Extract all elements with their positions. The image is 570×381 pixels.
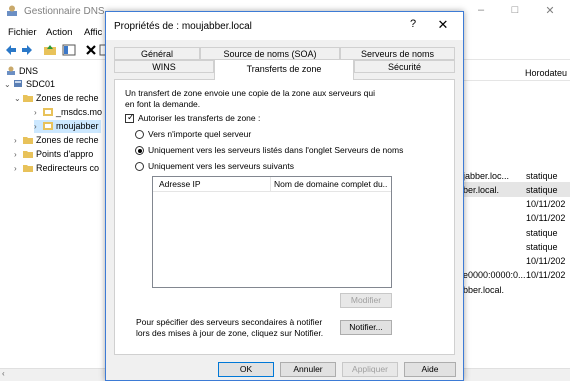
record-timestamp: statique [526,228,558,238]
tab-zone-transfers[interactable]: Transferts de zone [214,59,354,80]
close-window-button[interactable]: ✕ [535,4,565,20]
apply-button[interactable]: Appliquer [342,362,398,377]
chevron-right-icon[interactable]: › [14,134,23,147]
maximize-button[interactable]: □ [500,4,530,20]
column-timestamp[interactable]: Horodateu [525,68,567,78]
scroll-left-icon[interactable]: ‹ [2,369,5,378]
column-ip-address[interactable]: Adresse IP [159,179,267,189]
column-divider[interactable] [270,177,271,191]
column-fqdn[interactable]: Nom de domaine complet du... [274,179,388,189]
notify-description: Pour spécifier des serveurs secondaires … [136,317,324,338]
record-timestamp: statique [526,171,558,181]
tree-item-sdc01[interactable]: ⌄ SDC01 [4,78,55,91]
cancel-button[interactable]: Annuler [280,362,336,377]
radio-any-server[interactable] [135,130,144,139]
chevron-right-icon[interactable]: › [14,148,23,161]
tree-item-conditional-forwarders[interactable]: › Redirecteurs co [14,162,99,175]
radio-listed-name-servers-label[interactable]: Uniquement vers les serveurs listés dans… [148,145,403,156]
servers-list[interactable]: Adresse IP Nom de domaine complet du... [152,176,392,288]
record-data: jabber.loc... [463,171,510,181]
tree-item-trust-points[interactable]: › Points d'appro [14,148,93,161]
record-timestamp: 10/11/202 [526,199,566,209]
tree-item-moujabber-zone[interactable]: › moujabber [34,120,101,133]
allow-transfers-checkbox[interactable]: ✓ [125,112,135,123]
tab-security[interactable]: Sécurité [354,60,455,73]
show-hide-tree-icon[interactable] [62,43,76,57]
forward-arrow-icon[interactable] [20,43,34,57]
zone-transfer-description: Un transfert de zone envoie une copie de… [125,88,375,109]
checkmark-icon: ✓ [127,112,135,122]
tab-general[interactable]: Général [114,47,200,60]
dns-icon [7,66,15,75]
radio-following-servers[interactable] [135,162,144,171]
tab-wins[interactable]: WINS [114,60,214,73]
tree-item-reverse-zones[interactable]: › Zones de reche [14,134,99,147]
close-icon[interactable]: ✕ [436,17,450,33]
record-data: bber.local. [463,285,505,295]
folder-icon [23,151,33,158]
menu-affichage[interactable]: Affic [84,27,102,38]
folder-icon [23,95,33,102]
folder-icon [23,165,33,172]
radio-selected-dot [137,148,142,153]
tree-item-forward-zones[interactable]: ⌄ Zones de reche [14,92,99,105]
servers-list-header: Adresse IP Nom de domaine complet du... [153,177,391,192]
records-column-header: Horodateu [463,66,570,81]
zone-icon [43,108,53,116]
help-icon[interactable]: ? [406,18,420,30]
console-tree: DNS ⌄ SDC01 ⌄ Zones de reche › _msdcs.mo › m… [0,60,112,370]
chevron-right-icon[interactable]: › [34,106,43,119]
server-icon [14,80,22,87]
back-arrow-icon[interactable] [4,43,18,57]
dialog-title: Propriétés de : moujabber.local [114,21,252,32]
record-data: e0000:0000:0... [463,270,526,280]
delete-icon[interactable] [84,43,98,57]
record-timestamp: 10/11/202 [526,270,566,280]
ok-button[interactable]: OK [218,362,274,377]
chevron-down-icon[interactable]: ⌄ [4,78,13,91]
minimize-button[interactable]: – [466,4,496,20]
allow-transfers-label[interactable]: Autoriser les transferts de zone : [138,113,260,124]
modify-button[interactable]: Modifier [340,293,392,308]
tab-name-servers[interactable]: Serveurs de noms [340,47,455,60]
record-timestamp: 10/11/202 [526,213,566,223]
menu-fichier[interactable]: Fichier [8,27,37,38]
menu-action[interactable]: Action [46,27,72,38]
dns-manager-icon [7,5,17,16]
record-data: ber.local. [463,185,500,195]
chevron-down-icon[interactable]: ⌄ [14,92,23,105]
properties-dialog: Propriétés de : moujabber.local ? ✕ Géné… [105,11,464,381]
tree-item-msdcs-zone[interactable]: › _msdcs.mo [34,106,102,119]
radio-listed-name-servers[interactable] [135,146,144,155]
radio-following-servers-label[interactable]: Uniquement vers les serveurs suivants [148,161,294,172]
notify-button[interactable]: Notifier... [340,320,392,335]
help-button[interactable]: Aide [404,362,456,377]
record-timestamp: 10/11/202 [526,256,566,266]
up-folder-icon[interactable] [43,43,57,57]
zone-icon [43,122,53,130]
tree-item-dns[interactable]: DNS [6,65,38,78]
radio-any-server-label[interactable]: Vers n'importe quel serveur [148,129,251,140]
record-timestamp: statique [526,185,558,195]
record-timestamp: statique [526,242,558,252]
dialog-titlebar: Propriétés de : moujabber.local ? ✕ [106,12,463,40]
zone-transfers-panel: Un transfert de zone envoie une copie de… [114,79,455,355]
folder-icon [23,137,33,144]
app-title: Gestionnaire DNS [24,6,105,17]
chevron-right-icon[interactable]: › [14,162,23,175]
chevron-right-icon[interactable]: › [34,120,43,133]
